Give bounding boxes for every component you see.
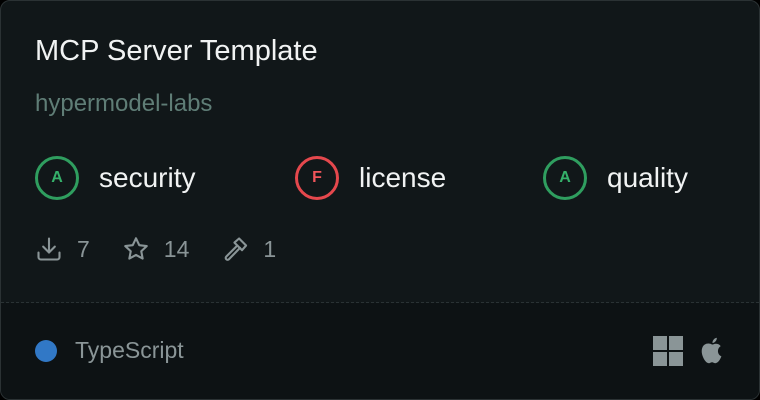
license-label: license — [359, 162, 447, 193]
score-security: A security — [35, 156, 195, 200]
stats-row: 7 14 1 — [35, 231, 308, 267]
tools-count: 1 — [263, 235, 277, 262]
language-name: TypeScript — [75, 337, 184, 363]
language-color-dot — [35, 340, 57, 362]
quality-grade-badge: A — [543, 156, 587, 200]
apple-icon — [698, 336, 726, 371]
downloads-stat: 7 — [35, 235, 90, 263]
server-title[interactable]: MCP Server Template — [35, 35, 318, 68]
server-card[interactable]: MCP Server Template hypermodel-labs A se… — [0, 0, 760, 400]
hammer-icon — [221, 235, 249, 263]
downloads-count: 7 — [77, 235, 90, 262]
quality-label: quality — [607, 162, 688, 193]
star-icon — [122, 235, 150, 263]
security-grade-badge: A — [35, 156, 79, 200]
stars-stat: 14 — [122, 235, 190, 263]
license-grade-badge: F — [295, 156, 339, 200]
score-license: F license — [295, 156, 446, 200]
tools-stat: 1 — [221, 235, 276, 263]
server-owner[interactable]: hypermodel-labs — [35, 90, 212, 118]
windows-icon — [653, 336, 683, 371]
card-footer: TypeScript — [1, 303, 759, 399]
score-quality: A quality — [543, 156, 688, 200]
download-icon — [35, 235, 63, 263]
stars-count: 14 — [163, 235, 190, 262]
security-label: security — [99, 162, 196, 193]
